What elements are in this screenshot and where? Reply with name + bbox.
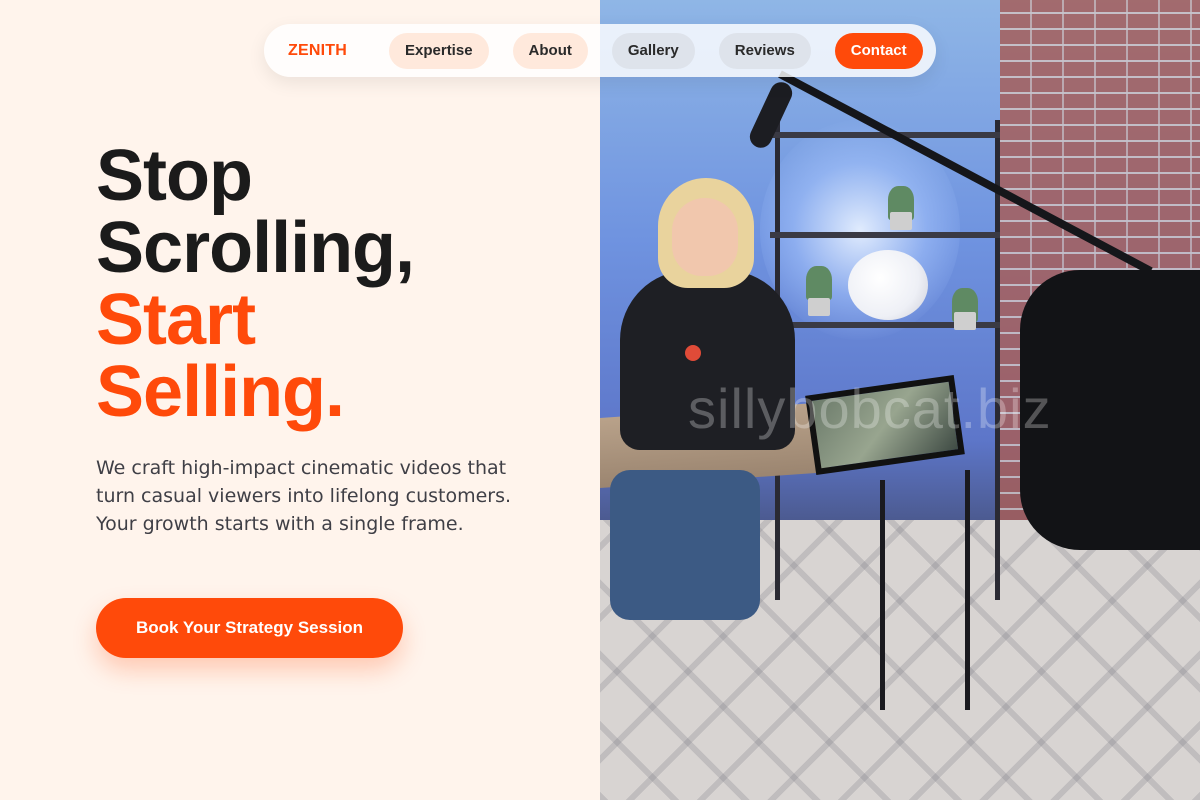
headline-accent-2: Selling. xyxy=(96,352,345,432)
watermark-text: sillybobcat.biz xyxy=(688,377,1052,440)
headline-line-1: Stop xyxy=(96,136,253,216)
shelf xyxy=(770,232,1000,238)
hero-description: We craft high-impact cinematic videos th… xyxy=(96,457,512,535)
desk-leg xyxy=(965,470,970,710)
person-legs xyxy=(610,470,760,620)
microphone xyxy=(746,78,796,152)
plant-pot xyxy=(890,212,912,230)
nav-link-gallery[interactable]: Gallery xyxy=(611,32,695,69)
nav-link-about[interactable]: About xyxy=(512,32,588,69)
plant xyxy=(806,266,832,300)
contact-button[interactable]: Contact xyxy=(834,32,923,69)
plant-pot xyxy=(954,312,976,330)
nav-links: Expertise About Gallery Reviews Contact xyxy=(389,32,923,69)
brand-logo[interactable]: ZENITH xyxy=(288,42,389,60)
plant-pot xyxy=(808,298,830,316)
headline-line-2: Scrolling, xyxy=(96,208,415,288)
main-navigation: ZENITH Expertise About Gallery Reviews C… xyxy=(264,24,936,77)
lamp xyxy=(848,250,928,320)
book-strategy-session-button[interactable]: Book Your Strategy Session xyxy=(96,598,403,658)
hero-headline: Stop Scrolling, Start Selling. xyxy=(96,136,415,432)
nav-link-expertise[interactable]: Expertise xyxy=(389,32,489,69)
person-face xyxy=(672,198,738,276)
nav-link-reviews[interactable]: Reviews xyxy=(718,32,811,69)
headline-accent-1: Start xyxy=(96,280,256,360)
hero-photo: sillybobcat.biz xyxy=(600,0,1200,800)
desk-leg xyxy=(880,480,885,710)
hoodie-logo xyxy=(685,345,701,361)
